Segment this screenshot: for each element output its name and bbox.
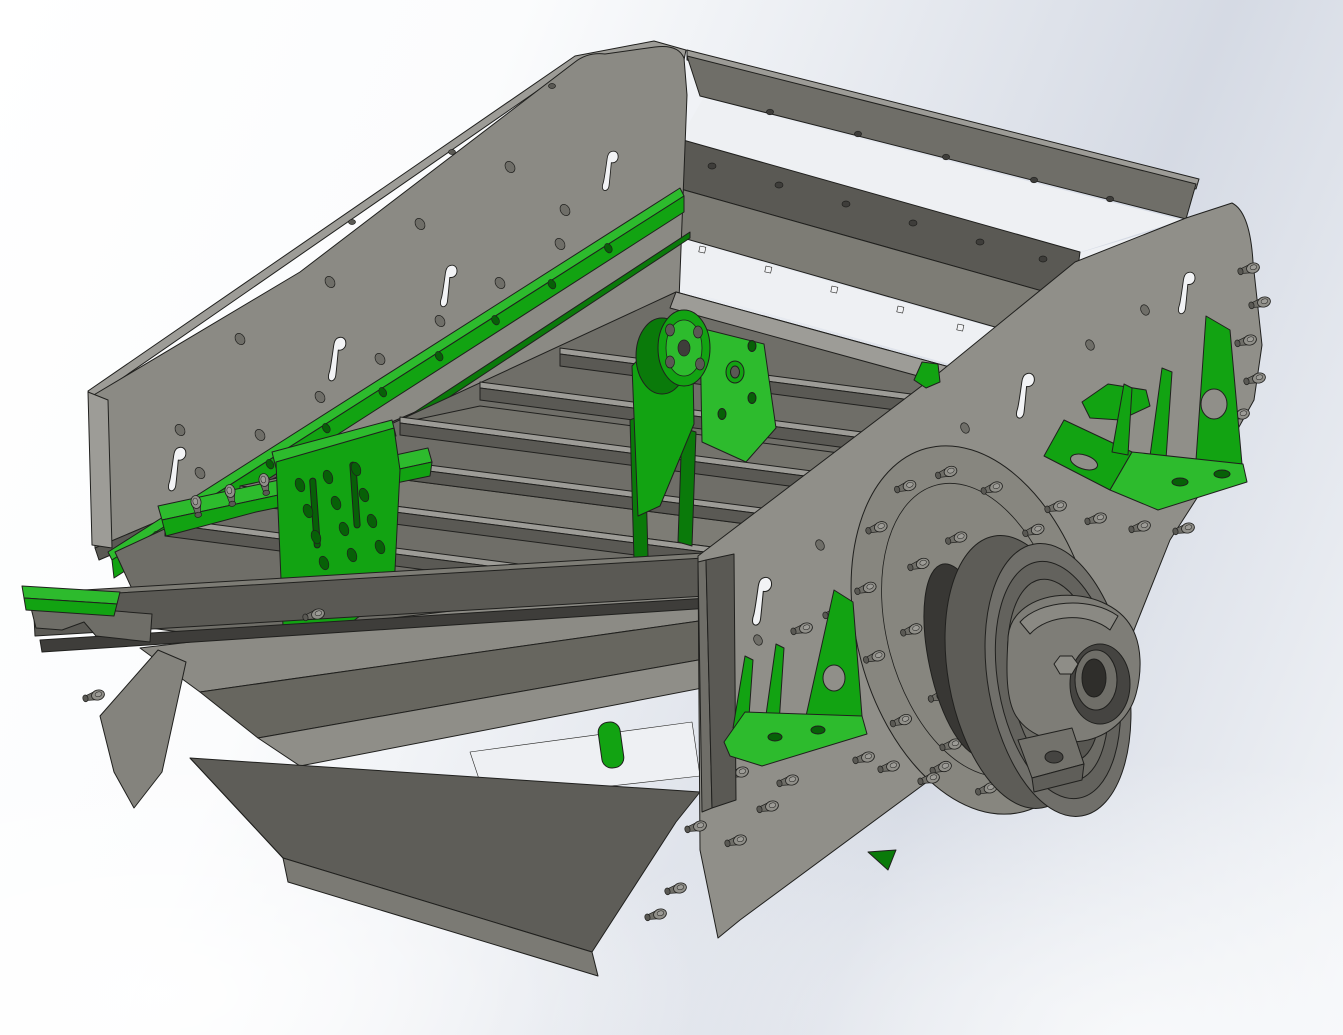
green-wedge bbox=[868, 850, 896, 870]
left-wing-plate[interactable] bbox=[100, 650, 186, 808]
assembly-3d-view[interactable] bbox=[0, 0, 1343, 1035]
cad-viewport bbox=[0, 0, 1343, 1035]
